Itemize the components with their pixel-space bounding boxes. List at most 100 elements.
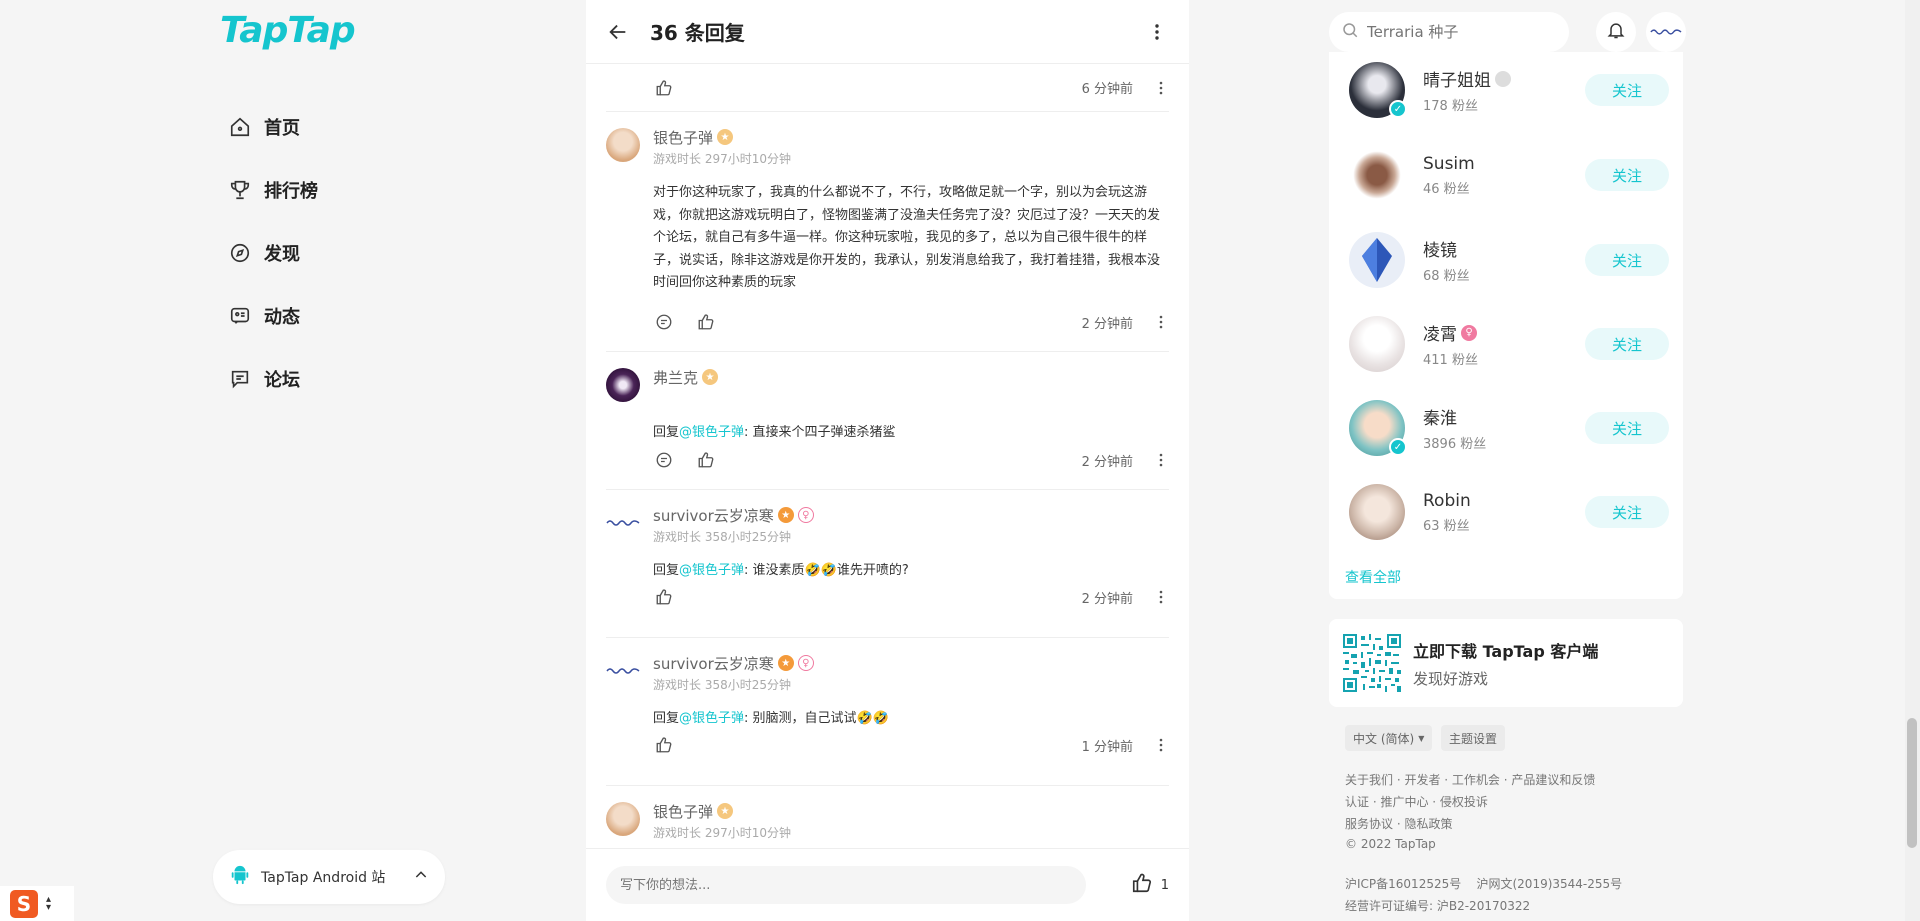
like-icon[interactable] — [695, 311, 717, 333]
tray-arrows-icon[interactable]: ▴ ▾ — [46, 894, 51, 912]
user-name[interactable]: Susim — [1423, 154, 1475, 174]
right-sidebar: ✓ 晴子姐姐 178 粉丝 关注 Susim 46 粉丝 关注 — [1189, 0, 1920, 921]
more-vertical-icon[interactable] — [1153, 77, 1169, 99]
forum-icon — [228, 367, 252, 391]
level-badge-icon: ★ — [702, 369, 719, 385]
avatar[interactable] — [606, 128, 640, 162]
thread-like-button[interactable]: 1 — [1131, 872, 1169, 898]
follow-button[interactable]: 关注 — [1585, 328, 1669, 360]
avatar[interactable] — [606, 802, 640, 836]
follow-button[interactable]: 关注 — [1585, 159, 1669, 191]
user-name[interactable]: 凌霄 — [1423, 320, 1457, 345]
more-vertical-icon[interactable] — [1145, 20, 1169, 44]
follow-button[interactable]: 关注 — [1585, 74, 1669, 106]
comment-text: 回复@银色子弹: 别脑测，自己试试🤣🤣 — [653, 711, 889, 726]
reply-item: survivor云岁凉寒 ★ ♀ 游戏时长 358小时25分钟 回复@银色子弹:… — [606, 638, 1169, 786]
user-name[interactable]: Robin — [1423, 491, 1471, 511]
avatar[interactable]: ✓ — [1349, 400, 1407, 456]
fans-count: 46 粉丝 — [1423, 181, 1470, 197]
back-arrow-icon[interactable] — [606, 20, 630, 44]
nav-item-home[interactable]: 首页 — [228, 95, 318, 158]
username[interactable]: 银色子弹 — [653, 127, 713, 148]
comment-actions: 2 分钟前 — [653, 448, 1169, 472]
nav-item-ranking[interactable]: 排行榜 — [228, 158, 318, 221]
user-avatar[interactable] — [1646, 12, 1686, 52]
username[interactable]: survivor云岁凉寒 — [653, 653, 774, 674]
avatar[interactable]: ✓ — [1349, 62, 1407, 118]
user-name-row: 晴子姐姐 — [1423, 66, 1585, 91]
nav-item-forum[interactable]: 论坛 — [228, 347, 318, 410]
fans-count: 178 粉丝 — [1423, 99, 1478, 114]
more-vertical-icon[interactable] — [1153, 734, 1169, 756]
taptap-logo[interactable]: TapTap — [220, 10, 356, 51]
avatar[interactable] — [1349, 232, 1405, 288]
page-scrollbar[interactable] — [1905, 0, 1920, 921]
username[interactable]: 银色子弹 — [653, 801, 713, 822]
see-all-link[interactable]: 查看全部 — [1345, 567, 1401, 587]
android-site-pill[interactable]: TapTap Android 站 — [213, 850, 445, 904]
caret-down-icon: ▼ — [1418, 733, 1425, 743]
search-box[interactable] — [1329, 12, 1569, 52]
icp-info[interactable]: 沪ICP备16012525号 沪网文(2019)3544-255号 — [1345, 875, 1622, 892]
mention-link[interactable]: @银色子弹 — [679, 425, 744, 440]
comment-actions: 2 分钟前 — [653, 585, 1169, 609]
like-icon[interactable] — [653, 734, 675, 756]
mention-link[interactable]: @银色子弹 — [679, 711, 744, 726]
avatar[interactable] — [606, 368, 640, 402]
more-vertical-icon[interactable] — [1153, 586, 1169, 608]
qr-code-icon — [1343, 634, 1401, 692]
language-select[interactable]: 中文 (简体) ▼ — [1345, 725, 1433, 751]
reply-input[interactable] — [606, 866, 1086, 904]
verified-icon: ✓ — [1389, 438, 1407, 456]
play-time: 游戏时长 297小时10分钟 — [653, 826, 791, 840]
avatar[interactable] — [1349, 316, 1405, 372]
user-name[interactable]: 晴子姐姐 — [1423, 66, 1491, 91]
license-info[interactable]: 经营许可证编号: 沪B2-20170322 — [1345, 897, 1530, 914]
nav-label: 排行榜 — [264, 180, 318, 202]
theme-settings-button[interactable]: 主题设置 — [1441, 725, 1506, 751]
scrollbar-thumb[interactable] — [1907, 718, 1917, 848]
like-icon[interactable] — [653, 586, 675, 608]
download-app-card[interactable]: 立即下载 TapTap 客户端 发现好游戏 — [1329, 619, 1683, 707]
comment-icon[interactable] — [653, 449, 675, 471]
footer-links[interactable]: 认证 · 推广中心 · 侵权投诉 — [1345, 793, 1488, 810]
avatar[interactable] — [1349, 484, 1405, 540]
fans-count: 68 粉丝 — [1423, 269, 1470, 284]
fans-count: 63 粉丝 — [1423, 518, 1470, 534]
nav-label: 论坛 — [264, 369, 300, 391]
nav-item-discover[interactable]: 发现 — [228, 221, 318, 284]
chevron-up-icon[interactable] — [413, 867, 429, 887]
reply-list[interactable]: 6 分钟前 银色子弹 ★ 游戏时长 297小时10分钟 对于你这种玩家了，我真的… — [586, 64, 1189, 848]
footer-links[interactable]: 关于我们 · 开发者 · 工作机会 · 产品建议和反馈 — [1345, 771, 1595, 788]
username[interactable]: 弗兰克 — [653, 367, 698, 388]
more-vertical-icon[interactable] — [1153, 449, 1169, 471]
avatar[interactable] — [606, 654, 640, 688]
input-method-icon[interactable]: S — [10, 889, 38, 918]
cat-badge-icon — [1495, 70, 1511, 87]
comment-icon[interactable] — [653, 311, 675, 333]
follow-button[interactable]: 关注 — [1585, 412, 1669, 444]
nav-item-feed[interactable]: 动态 — [228, 284, 318, 347]
more-vertical-icon[interactable] — [1153, 311, 1169, 333]
avatar[interactable] — [1349, 147, 1405, 203]
mention-link[interactable]: @银色子弹 — [679, 563, 744, 578]
notification-button[interactable] — [1596, 12, 1636, 52]
comment-actions: 2 分钟前 — [653, 310, 1169, 334]
user-name[interactable]: 秦淮 — [1423, 404, 1457, 429]
comment-text: 回复@银色子弹: 直接来个四子弹速杀猪鲨 — [653, 425, 896, 440]
system-tray: S ▴ ▾ — [0, 886, 74, 921]
username-row: survivor云岁凉寒 ★ ♀ — [653, 504, 1169, 526]
username-row: 弗兰克 ★ — [653, 366, 1169, 388]
user-name-row: 棱镜 — [1423, 236, 1585, 261]
username[interactable]: survivor云岁凉寒 — [653, 505, 774, 526]
follow-button[interactable]: 关注 — [1585, 496, 1669, 528]
footer-links[interactable]: 服务协议 · 隐私政策 — [1345, 815, 1452, 832]
user-name[interactable]: 棱镜 — [1423, 236, 1457, 261]
like-icon[interactable] — [695, 449, 717, 471]
avatar[interactable] — [606, 506, 640, 540]
search-input[interactable] — [1367, 23, 1547, 41]
like-icon[interactable] — [653, 77, 675, 99]
recommended-user: Susim 46 粉丝 关注 — [1349, 145, 1669, 205]
bell-icon — [1606, 20, 1626, 44]
follow-button[interactable]: 关注 — [1585, 244, 1669, 276]
